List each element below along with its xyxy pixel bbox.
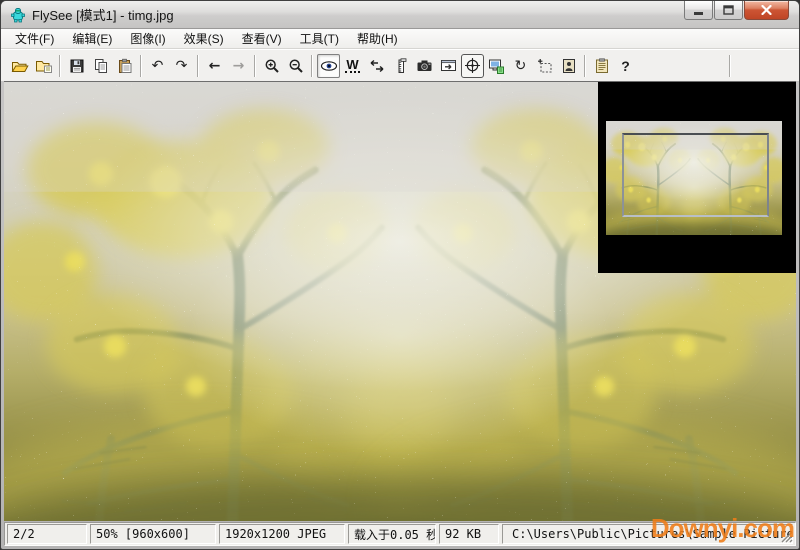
browse-button[interactable] xyxy=(32,54,55,78)
navigator-toggle-button[interactable] xyxy=(461,54,484,78)
status-zoom-level: 50% [960x600] xyxy=(90,524,216,544)
forward-arrow-icon: → xyxy=(233,59,245,73)
redo-button[interactable]: ↷ xyxy=(170,54,193,78)
menu-image[interactable]: 图像(I) xyxy=(121,28,174,49)
toolbar-end-separator xyxy=(729,55,731,77)
image-info-text: 1920x1200 JPEG xyxy=(225,527,326,541)
help-question-icon: ? xyxy=(621,58,630,74)
menu-effects[interactable]: 效果(S) xyxy=(175,28,233,49)
toolbar-separator xyxy=(584,55,586,77)
paste-button[interactable] xyxy=(113,54,136,78)
undo-icon: ↶ xyxy=(152,59,164,73)
zoom-out-icon xyxy=(288,58,304,74)
file-size-text: 92 KB xyxy=(445,527,481,541)
camera-icon xyxy=(416,58,433,73)
menu-bar: 文件(F) 编辑(E) 图像(I) 效果(S) 查看(V) 工具(T) 帮助(H… xyxy=(1,29,799,49)
close-button[interactable] xyxy=(744,1,789,20)
monitor-icon xyxy=(488,58,505,74)
resize-grip[interactable] xyxy=(780,530,793,543)
toolbar-separator xyxy=(140,55,142,77)
toolbar: ↶ ↷ ← → xyxy=(1,49,799,81)
watermark-w-icon: W xyxy=(345,58,359,74)
save-button[interactable] xyxy=(65,54,88,78)
save-floppy-icon xyxy=(69,58,85,74)
navigator-panel xyxy=(598,82,796,273)
close-icon xyxy=(761,5,772,15)
paste-clipboard-icon xyxy=(117,58,133,74)
fit-resize-arrows-icon xyxy=(369,58,385,74)
preview-button[interactable] xyxy=(317,54,340,78)
status-load-time: 载入于0.05 秒 xyxy=(348,524,436,544)
file-path-text: C:\Users\Public\Pictures\Sample Pictures… xyxy=(512,527,793,541)
eye-icon xyxy=(320,59,338,73)
crosshair-target-icon xyxy=(464,57,481,74)
window-controls xyxy=(684,1,789,20)
menu-file[interactable]: 文件(F) xyxy=(6,28,63,49)
toolbar-separator xyxy=(311,55,313,77)
measure-button[interactable] xyxy=(389,54,412,78)
toolbar-separator xyxy=(254,55,256,77)
minimize-button[interactable] xyxy=(684,1,713,20)
app-icon xyxy=(10,7,26,23)
back-arrow-icon: ← xyxy=(209,59,221,73)
copy-button[interactable] xyxy=(89,54,112,78)
portrait-view-button[interactable] xyxy=(557,54,580,78)
clipboard-notes-icon xyxy=(594,58,610,74)
back-button[interactable]: ← xyxy=(203,54,226,78)
menu-tools[interactable]: 工具(T) xyxy=(291,28,348,49)
rotate-button[interactable]: ↻ xyxy=(509,54,532,78)
redo-icon: ↷ xyxy=(176,59,188,73)
zoom-in-icon xyxy=(264,58,280,74)
page-index-text: 2/2 xyxy=(13,527,35,541)
resize-button[interactable] xyxy=(365,54,388,78)
display-settings-button[interactable] xyxy=(485,54,508,78)
status-file-path: C:\Users\Public\Pictures\Sample Pictures… xyxy=(502,524,793,544)
browse-folder-icon xyxy=(35,58,53,74)
maximize-button[interactable] xyxy=(714,1,743,20)
camera-capture-button[interactable] xyxy=(413,54,436,78)
menu-help[interactable]: 帮助(H) xyxy=(348,28,407,49)
watermark-button[interactable]: W xyxy=(341,54,364,78)
window-capture-button[interactable] xyxy=(437,54,460,78)
open-folder-icon xyxy=(11,58,29,74)
selection-box-icon xyxy=(537,58,553,74)
status-page-index: 2/2 xyxy=(7,524,87,544)
minimize-icon xyxy=(694,6,704,15)
title-bar[interactable]: FlySee [模式1] - timg.jpg xyxy=(1,1,799,29)
zoom-level-text: 50% [960x600] xyxy=(96,527,190,541)
zoom-in-button[interactable] xyxy=(260,54,283,78)
status-bar: 2/2 50% [960x600] 1920x1200 JPEG 载入于0.05… xyxy=(4,522,796,546)
undo-button[interactable]: ↶ xyxy=(146,54,169,78)
ruler-icon xyxy=(393,58,409,74)
image-viewport xyxy=(4,81,796,521)
window-arrow-icon xyxy=(440,58,457,73)
status-image-info: 1920x1200 JPEG xyxy=(219,524,345,544)
zoom-out-button[interactable] xyxy=(284,54,307,78)
maximize-icon xyxy=(723,5,734,15)
app-window: FlySee [模式1] - timg.jpg 文件(F) 编辑 xyxy=(0,0,800,550)
navigator-viewport-rect[interactable] xyxy=(622,133,769,217)
notes-button[interactable] xyxy=(590,54,613,78)
load-time-text: 载入于0.05 秒 xyxy=(354,526,436,543)
status-file-size: 92 KB xyxy=(439,524,499,544)
select-region-button[interactable] xyxy=(533,54,556,78)
menu-view[interactable]: 查看(V) xyxy=(233,28,291,49)
rotate-icon: ↻ xyxy=(515,59,527,73)
toolbar-separator xyxy=(59,55,61,77)
portrait-image-icon xyxy=(561,58,577,74)
help-button[interactable]: ? xyxy=(614,54,637,78)
forward-button[interactable]: → xyxy=(227,54,250,78)
open-button[interactable] xyxy=(8,54,31,78)
window-title: FlySee [模式1] - timg.jpg xyxy=(32,5,174,24)
navigator-thumbnail[interactable] xyxy=(606,121,782,235)
toolbar-separator xyxy=(197,55,199,77)
copy-icon xyxy=(93,58,109,74)
menu-edit[interactable]: 编辑(E) xyxy=(63,28,121,49)
